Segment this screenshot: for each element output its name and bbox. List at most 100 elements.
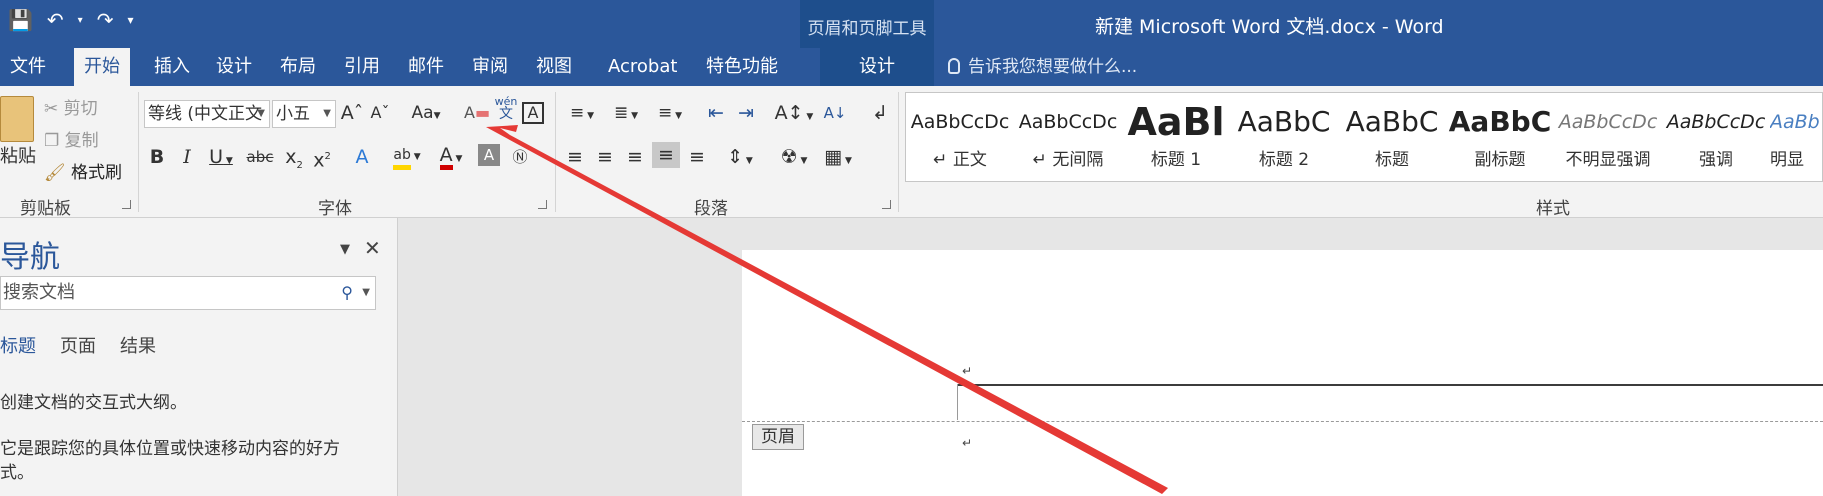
nav-options-icon[interactable]: ▼ (340, 242, 350, 257)
quick-access-toolbar: 💾 ↶ ▾ ↷ ▾ (8, 8, 134, 32)
window-title: 新建 Microsoft Word 文档.docx - Word (1095, 16, 1444, 38)
sort-icon[interactable]: A↓ (822, 100, 848, 126)
undo-icon[interactable]: ↶ (47, 8, 64, 32)
header-tag: 页眉 (752, 424, 804, 450)
group-separator (138, 92, 139, 212)
increase-indent-icon[interactable]: ⇥ (732, 100, 760, 126)
customize-qat-icon[interactable]: ▾ (127, 13, 133, 27)
grow-font-icon[interactable]: Aˆ (340, 100, 364, 126)
show-marks-icon[interactable]: ↲ (866, 100, 894, 126)
nav-help-line3: 式。 (0, 463, 34, 483)
subscript-icon[interactable]: x2 (282, 144, 306, 179)
tab-view[interactable]: 视图 (526, 48, 582, 86)
save-icon[interactable]: 💾 (8, 8, 33, 32)
chevron-down-icon: ▼ (323, 108, 331, 119)
align-center-icon[interactable]: ≡ (592, 144, 618, 170)
tab-insert[interactable]: 插入 (144, 48, 200, 86)
change-case-icon[interactable]: Aa▼ (406, 100, 446, 129)
header-border-line (958, 384, 1823, 386)
font-size-select[interactable]: 小五 ▼ (272, 100, 336, 128)
nav-tab-results[interactable]: 结果 (120, 332, 156, 358)
numbering-icon[interactable]: ≣ ▼ (606, 100, 646, 129)
close-icon[interactable]: ✕ (364, 236, 381, 260)
line-spacing-icon[interactable]: ⇕ ▼ (720, 144, 760, 174)
enclose-characters-icon[interactable]: Ⓝ (508, 144, 532, 170)
bold-icon[interactable]: B (146, 144, 168, 170)
search-icon[interactable]: ⚲ (341, 277, 353, 309)
redo-icon[interactable]: ↷ (97, 8, 114, 32)
align-left-icon[interactable]: ≡ (562, 144, 588, 170)
navigation-pane: 导航 ▼ ✕ 搜索文档 ⚲ ▼ 标题 页面 结果 创建文档的交互式大纲。 它是跟… (0, 218, 398, 496)
style-heading-2[interactable]: AaBbC 标题 2 (1230, 99, 1338, 177)
style-no-spacing[interactable]: AaBbCcDc ↵ 无间隔 (1014, 99, 1122, 177)
document-page[interactable] (742, 250, 1823, 496)
tell-me-text: 告诉我您想要做什么... (968, 57, 1138, 77)
nav-title: 导航 (0, 240, 60, 275)
align-right-icon[interactable]: ≡ (622, 144, 648, 170)
undo-dropdown-icon[interactable]: ▾ (78, 15, 83, 26)
paragraph-mark: ↵ (962, 436, 973, 450)
lightbulb-icon (948, 58, 960, 74)
style-normal[interactable]: AaBbCcDc ↵ 正文 (906, 99, 1014, 177)
cut-button[interactable]: ✂ 剪切 (44, 94, 98, 119)
nav-tab-pages[interactable]: 页面 (60, 332, 96, 358)
tab-home[interactable]: 开始 (74, 48, 130, 86)
style-emphasis[interactable]: AaBbCcDc 强调 (1662, 99, 1770, 177)
copy-icon: ❐ (44, 131, 65, 151)
nav-help-line1: 创建文档的交互式大纲。 (0, 393, 187, 413)
tell-me-box[interactable]: 告诉我您想要做什么... (948, 48, 1137, 86)
format-painter-button[interactable]: 🖌 格式刷 (44, 158, 122, 183)
shading-icon[interactable]: ☢ ▼ (774, 144, 814, 174)
paste-icon[interactable] (0, 96, 34, 142)
italic-icon[interactable]: I (176, 144, 198, 170)
strikethrough-icon[interactable]: abc (246, 144, 274, 170)
style-subtitle[interactable]: AaBbC 副标题 (1446, 99, 1554, 177)
phonetic-guide-icon[interactable]: wén 文 (494, 96, 518, 122)
nav-tab-headings[interactable]: 标题 (0, 332, 36, 358)
tab-special-features[interactable]: 特色功能 (696, 48, 788, 86)
underline-icon[interactable]: U ▼ (204, 144, 238, 174)
font-group-label: 字体 (318, 199, 352, 219)
decrease-indent-icon[interactable]: ⇤ (702, 100, 730, 126)
style-intense-emphasis[interactable]: AaBb 明显 (1770, 99, 1823, 177)
bullets-icon[interactable]: ≡ ▼ (562, 100, 602, 129)
font-color-icon[interactable]: A ▼ (434, 142, 468, 172)
paragraph-launcher-icon[interactable] (882, 200, 891, 209)
multilevel-list-icon[interactable]: ≡ ▼ (650, 100, 690, 129)
paste-button[interactable]: 粘贴 (0, 142, 36, 168)
tab-header-footer-design[interactable]: 设计 (820, 48, 934, 86)
justify-icon[interactable]: ≡ (652, 142, 680, 168)
superscript-icon[interactable]: x2 (310, 144, 334, 173)
distributed-icon[interactable]: ≡ (684, 144, 710, 170)
chevron-down-icon[interactable]: ▼ (362, 277, 370, 309)
style-title[interactable]: AaBbC 标题 (1338, 99, 1446, 177)
text-effects-icon[interactable]: A (350, 144, 374, 170)
font-launcher-icon[interactable] (538, 200, 547, 209)
character-shading-icon[interactable]: A (478, 144, 500, 166)
clipboard-group-label: 剪贴板 (20, 199, 71, 219)
tab-file[interactable]: 文件 (0, 48, 56, 86)
borders-icon[interactable]: ▦ ▼ (818, 144, 858, 174)
paintbrush-icon: 🖌 (44, 163, 71, 183)
tab-review[interactable]: 审阅 (462, 48, 518, 86)
character-border-icon[interactable]: A (522, 102, 544, 124)
ribbon-tabs: 文件 开始 插入 设计 布局 引用 邮件 审阅 视图 Acrobat 特色功能 … (0, 48, 1823, 86)
text-direction-icon[interactable]: A↕ ▼ (774, 100, 814, 130)
nav-search-input[interactable]: 搜索文档 ⚲ ▼ (0, 276, 376, 310)
style-subtle-emphasis[interactable]: AaBbCcDc 不明显强调 (1554, 99, 1662, 177)
style-heading-1[interactable]: AaBl 标题 1 (1122, 99, 1230, 177)
copy-button[interactable]: ❐ 复制 (44, 126, 99, 151)
tab-references[interactable]: 引用 (334, 48, 390, 86)
tab-layout[interactable]: 布局 (270, 48, 326, 86)
tab-design[interactable]: 设计 (206, 48, 262, 86)
header-boundary (742, 421, 1823, 422)
clipboard-launcher-icon[interactable] (122, 200, 131, 209)
tab-acrobat[interactable]: Acrobat (598, 48, 687, 86)
font-name-select[interactable]: 等线 (中文正文 ▼ (144, 100, 270, 128)
tab-mailings[interactable]: 邮件 (398, 48, 454, 86)
styles-group-label: 样式 (1536, 199, 1570, 219)
clear-formatting-icon[interactable]: A▬ (464, 100, 490, 126)
shrink-font-icon[interactable]: Aˇ (368, 100, 392, 126)
highlight-color-icon[interactable]: ab ▼ (390, 142, 424, 170)
ribbon: 粘贴 ✂ 剪切 ❐ 复制 🖌 格式刷 剪贴板 等线 (中文正文 ▼ 小五 ▼ Aˆ … (0, 86, 1823, 219)
